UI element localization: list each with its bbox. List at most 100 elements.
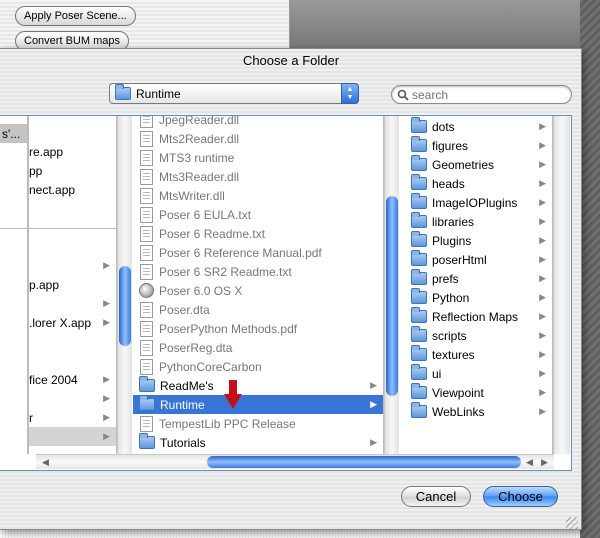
folder-icon	[411, 345, 427, 361]
search-box[interactable]	[391, 85, 572, 104]
choose-button[interactable]: Choose	[483, 486, 558, 507]
list-item[interactable]: TempestLib PPC Release	[133, 414, 383, 433]
list-item[interactable]: p.app	[0, 275, 116, 294]
folder-icon	[411, 136, 427, 152]
list-item[interactable]: ui ▶	[405, 364, 552, 383]
list-item[interactable]: Poser.dta	[133, 300, 383, 319]
list-item[interactable]: dots ▶	[405, 117, 552, 136]
location-popup[interactable]: Runtime ▲ ▼	[109, 83, 359, 104]
list-item[interactable]: Poser 6.0 OS X	[133, 281, 383, 300]
disclosure-arrow-icon: ▶	[103, 317, 110, 327]
list-item[interactable]: Viewpoint ▶	[405, 383, 552, 402]
browser-column-1: JpegReader.dll Mts2Reader.dll MTS3 runti…	[133, 116, 384, 454]
disclosure-arrow-icon: ▶	[539, 330, 546, 340]
list-item[interactable]: figures ▶	[405, 136, 552, 155]
horizontal-scroll-thumb[interactable]	[207, 456, 521, 468]
list-item[interactable]: r ▶	[0, 408, 116, 427]
list-item[interactable]: fice 2004 ▶	[0, 370, 116, 389]
list-item[interactable]: re.app	[0, 142, 116, 161]
disclosure-arrow-icon: ▶	[370, 399, 377, 409]
document-icon	[140, 130, 153, 147]
choose-folder-dialog: Choose a Folder Runtime ▲▼ s'... re.app …	[0, 48, 582, 530]
folder-icon	[411, 174, 427, 190]
background-viewport-top	[290, 0, 600, 48]
browser-column-0: re.app pp nect.app ▶ p.app ▶ .lorer X.ap…	[0, 116, 117, 454]
list-item[interactable]: JpegReader.dll	[133, 116, 383, 129]
scroll-left-arrow-icon[interactable]: ◀	[526, 457, 533, 468]
list-item[interactable]: nect.app	[0, 180, 116, 199]
annotation-arrow-icon	[224, 380, 242, 409]
list-item[interactable]: .lorer X.app ▶	[0, 313, 116, 332]
list-item[interactable]: Poser 6 Reference Manual.pdf	[133, 243, 383, 262]
list-item-selected-inactive[interactable]: ▶	[29, 427, 116, 446]
resize-grip[interactable]	[566, 517, 578, 529]
disclosure-arrow-icon: ▶	[539, 311, 546, 321]
column-1-scroll-thumb[interactable]	[386, 196, 398, 396]
cancel-button[interactable]: Cancel	[401, 486, 471, 507]
list-item[interactable]: pp	[0, 161, 116, 180]
application-icon	[139, 283, 154, 298]
document-icon	[140, 206, 153, 223]
list-item[interactable]: Poser 6 SR2 Readme.txt	[133, 262, 383, 281]
list-item[interactable]: WebLinks ▶	[405, 402, 552, 421]
list-item[interactable]: Mts2Reader.dll	[133, 129, 383, 148]
search-icon	[397, 89, 409, 101]
list-item[interactable]: heads ▶	[405, 174, 552, 193]
horizontal-scrollbar[interactable]: ◀ ◀ ▶	[36, 454, 554, 469]
folder-icon	[411, 307, 427, 323]
list-item[interactable]: PoserReg.dta	[133, 338, 383, 357]
folder-icon	[411, 231, 427, 247]
column-0-scrollbar[interactable]	[117, 116, 132, 454]
list-item[interactable]: PythonCoreCarbon	[133, 357, 383, 376]
list-item[interactable]: Poser 6 Readme.txt	[133, 224, 383, 243]
popup-arrows-icon: ▲ ▼	[341, 83, 359, 104]
document-icon	[140, 187, 153, 204]
list-item[interactable]: poserHtml ▶	[405, 250, 552, 269]
list-item[interactable]: ▶	[0, 256, 116, 275]
document-icon	[140, 358, 153, 375]
list-item[interactable]: Mts3Reader.dll	[133, 167, 383, 186]
column-0-scroll-thumb[interactable]	[119, 266, 131, 346]
list-item-selected[interactable]: Runtime ▶	[133, 395, 383, 414]
apply-poser-scene-button[interactable]: Apply Poser Scene...	[15, 6, 136, 26]
list-item[interactable]: Reflection Maps ▶	[405, 307, 552, 326]
list-item[interactable]: Geometries ▶	[405, 155, 552, 174]
list-item[interactable]: MtsWriter.dll	[133, 186, 383, 205]
list-item[interactable]: libraries ▶	[405, 212, 552, 231]
column-1-scrollbar[interactable]	[384, 116, 399, 454]
document-icon	[140, 116, 153, 128]
list-item[interactable]: scripts ▶	[405, 326, 552, 345]
list-item[interactable]: Python ▶	[405, 288, 552, 307]
document-icon	[140, 168, 153, 185]
list-item[interactable]: Tutorials ▶	[133, 433, 383, 452]
column-browser: s'... re.app pp nect.app ▶ p.app ▶ .lore…	[0, 115, 572, 471]
list-item[interactable]: prefs ▶	[405, 269, 552, 288]
disclosure-arrow-icon: ▶	[103, 374, 110, 384]
document-icon	[140, 263, 153, 280]
list-item[interactable]: Poser 6 EULA.txt	[133, 205, 383, 224]
folder-icon	[411, 250, 427, 266]
disclosure-arrow-icon: ▶	[539, 254, 546, 264]
folder-icon	[411, 193, 427, 209]
list-item[interactable]: PoserPython Methods.pdf	[133, 319, 383, 338]
list-item[interactable]: MTS3 runtime	[133, 148, 383, 167]
scroll-left-arrow-icon[interactable]: ◀	[42, 457, 49, 468]
disclosure-arrow-icon: ▶	[539, 140, 546, 150]
document-icon	[140, 339, 153, 356]
list-item[interactable]: ▶	[0, 389, 116, 408]
disclosure-arrow-icon: ▶	[539, 197, 546, 207]
folder-icon	[115, 84, 131, 100]
document-icon	[140, 244, 153, 261]
scroll-right-arrow-icon[interactable]: ▶	[541, 457, 548, 468]
document-icon	[140, 320, 153, 337]
location-popup-label: Runtime	[136, 86, 181, 101]
list-item[interactable]: ▶	[0, 294, 116, 313]
column-2-scrollbar[interactable]	[553, 116, 570, 454]
list-item[interactable]: ImageIOPlugins ▶	[405, 193, 552, 212]
list-item[interactable]: textures ▶	[405, 345, 552, 364]
disclosure-arrow-icon: ▶	[103, 393, 110, 403]
list-item[interactable]: ReadMe's ▶	[133, 376, 383, 395]
disclosure-arrow-icon: ▶	[539, 292, 546, 302]
search-input[interactable]	[409, 87, 559, 102]
list-item[interactable]: Plugins ▶	[405, 231, 552, 250]
